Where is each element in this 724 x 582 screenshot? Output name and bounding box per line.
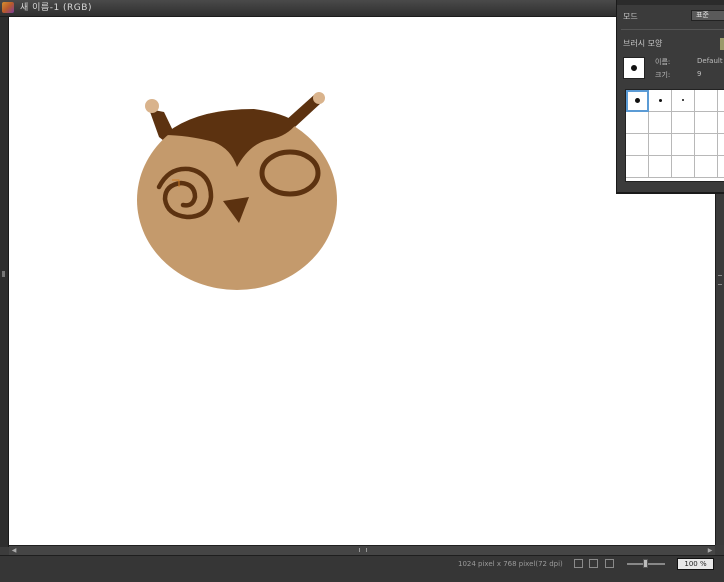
- app-logo-icon: [2, 2, 14, 13]
- brush-tip-icon: [631, 65, 637, 71]
- scroll-grip-icon[interactable]: [718, 275, 722, 285]
- brush-preset-cell[interactable]: [626, 90, 649, 112]
- brush-shape-label: 브러시 모양: [623, 39, 663, 48]
- brush-preview: [623, 57, 645, 79]
- fit-screen-icon[interactable]: [605, 559, 614, 568]
- brush-name-label: 이름:: [655, 58, 671, 66]
- panel-divider: [621, 29, 724, 30]
- brush-preset-cell[interactable]: [718, 90, 724, 112]
- brush-preset-cell[interactable]: [695, 90, 718, 112]
- brush-preset-cell[interactable]: [626, 156, 649, 178]
- image-dimensions: 1024 pixel x 768 pixel(72 dpi): [458, 560, 563, 568]
- scroll-left-arrow-icon[interactable]: ◀: [10, 547, 18, 554]
- brush-preset-cell[interactable]: [626, 134, 649, 156]
- brush-preset-cell[interactable]: [649, 90, 672, 112]
- brush-size-label: 크기:: [655, 71, 671, 79]
- scroll-grip-icon[interactable]: [359, 548, 367, 552]
- brush-preset-cell[interactable]: [695, 156, 718, 178]
- brush-preset-cell[interactable]: [695, 134, 718, 156]
- fit-page-icon[interactable]: [574, 559, 583, 568]
- actual-size-icon[interactable]: [589, 559, 598, 568]
- brush-preset-cell[interactable]: [672, 156, 695, 178]
- brush-panel: 모드 표준 브러시 모양 이름: Default 크기: 9: [616, 0, 724, 194]
- brush-preset-cell[interactable]: [649, 156, 672, 178]
- brush-name-value: Default: [697, 57, 723, 65]
- panel-header-strip[interactable]: [617, 0, 724, 5]
- brush-preset-cell[interactable]: [672, 112, 695, 134]
- document-title: 새 이름-1 (RGB): [20, 3, 92, 13]
- brush-preset-cell[interactable]: [718, 156, 724, 178]
- zoom-level-field[interactable]: 100 %: [677, 558, 714, 570]
- brush-preset-cell[interactable]: [649, 134, 672, 156]
- owl-right-ear-tip: [313, 92, 325, 104]
- panel-options-button[interactable]: [720, 38, 724, 50]
- brush-tip-icon: [634, 97, 640, 103]
- owl-left-ear-tip: [145, 99, 159, 113]
- zoom-slider-knob[interactable]: [643, 559, 648, 568]
- brush-preset-cell[interactable]: [672, 90, 695, 112]
- brush-size-value: 9: [697, 70, 702, 78]
- owl-drawing: [137, 92, 337, 290]
- scroll-right-arrow-icon[interactable]: ▶: [706, 547, 714, 554]
- left-panel-collapse-strip[interactable]: [0, 17, 9, 547]
- brush-tip-icon: [682, 99, 684, 101]
- brush-preset-cell[interactable]: [649, 112, 672, 134]
- collapse-handle-icon[interactable]: [2, 271, 5, 277]
- brush-preset-cell[interactable]: [626, 112, 649, 134]
- brush-preset-cell[interactable]: [718, 134, 724, 156]
- mode-select[interactable]: 표준: [691, 10, 724, 21]
- brush-preset-grid: [625, 89, 724, 182]
- status-bar: 1024 pixel x 768 pixel(72 dpi) 100 %: [0, 555, 724, 582]
- drawing-canvas[interactable]: [9, 17, 715, 545]
- brush-preset-cell[interactable]: [718, 112, 724, 134]
- brush-preset-cell[interactable]: [695, 112, 718, 134]
- brush-tip-icon: [658, 98, 662, 102]
- brush-preset-cell[interactable]: [672, 134, 695, 156]
- mode-label: 모드: [623, 12, 638, 21]
- horizontal-scrollbar[interactable]: ◀ ▶: [9, 545, 715, 555]
- image-editor-window: 새 이름-1 (RGB) ◀ ▶ 1024 pixel x 768 pixel(…: [0, 0, 724, 582]
